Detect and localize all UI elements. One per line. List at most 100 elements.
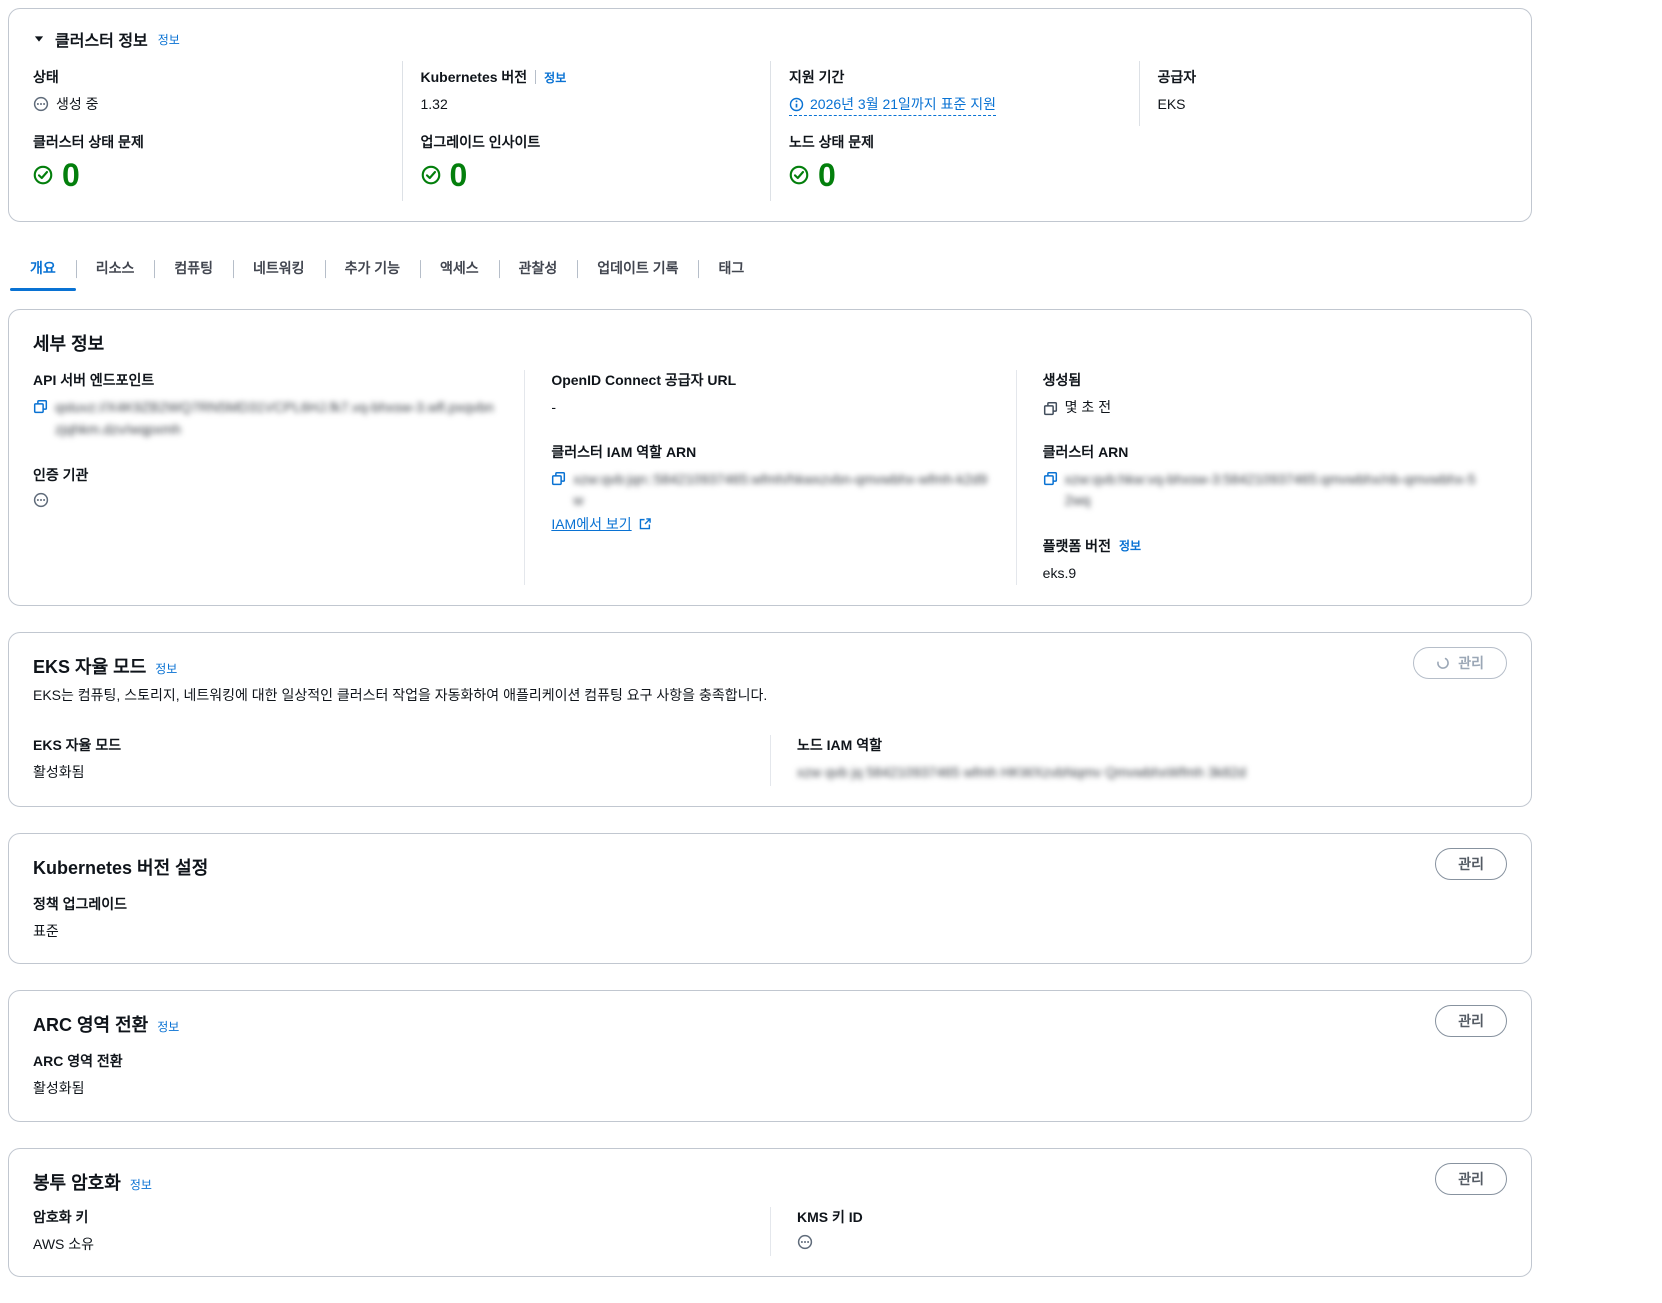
stat-count: 0 bbox=[62, 157, 80, 194]
encryption-grid: 암호화 키 AWS 소유 KMS 키 ID bbox=[33, 1206, 1507, 1256]
field-value: 활성화됨 bbox=[33, 1080, 85, 1097]
field-value: 1.32 bbox=[421, 94, 751, 114]
stat-count: 0 bbox=[449, 157, 468, 194]
copy-icon[interactable] bbox=[33, 399, 48, 414]
tab-networking[interactable]: 네트워킹 bbox=[233, 248, 325, 291]
view-in-iam-link[interactable]: IAM에서 보기 bbox=[551, 514, 651, 534]
field-cert-authority: 인증 기관 bbox=[33, 465, 498, 508]
arc-header: ARC 영역 전환 정보 관리 bbox=[33, 1005, 1507, 1038]
encryption-info-link[interactable]: 정보 bbox=[130, 1176, 152, 1193]
field-value: xzw:qvb:hkw:vq-bhxsw-3:584210937465:qmvw… bbox=[1043, 469, 1481, 512]
cluster-info-row-2: 클러스터 상태 문제 0 업그레이드 인사이트 0 노드 상태 문제 0 bbox=[33, 126, 1508, 202]
tab-observability[interactable]: 관찰성 bbox=[499, 248, 578, 291]
collapse-caret-icon[interactable] bbox=[33, 33, 45, 45]
redacted-cluster-iam-role-arn: xzw:qvb:jqn::584210937465:wfmh/hkwxzvbn-… bbox=[573, 470, 988, 509]
manage-encryption-button[interactable]: 관리 bbox=[1435, 1162, 1507, 1195]
field-cluster-iam-role-arn: 클러스터 IAM 역할 ARN xzw:qvb:jqn::58421093746… bbox=[551, 442, 989, 534]
field-oidc-url: OpenID Connect 공급자 URL - bbox=[551, 370, 989, 417]
support-period-link[interactable]: 2026년 3월 21일까지 표준 지원 bbox=[789, 94, 996, 117]
field-auto-mode: EKS 자율 모드 활성화됨 bbox=[33, 735, 744, 782]
cluster-info-header: 클러스터 정보 정보 bbox=[33, 27, 1507, 51]
tab-overview[interactable]: 개요 bbox=[10, 248, 76, 292]
field-label: 노드 IAM 역할 bbox=[797, 737, 882, 754]
field-value: 표준 bbox=[33, 922, 59, 939]
copy-icon[interactable] bbox=[551, 471, 566, 486]
field-value bbox=[33, 492, 498, 508]
cluster-info-panel: 클러스터 정보 정보 상태 생성 중 Kubernetes 버전 정보 1.32… bbox=[8, 8, 1532, 223]
cluster-info-info-link[interactable]: 정보 bbox=[158, 31, 180, 48]
tab-update-history[interactable]: 업데이트 기록 bbox=[577, 248, 698, 291]
envelope-encryption-card: 봉투 암호화 정보 관리 암호화 키 AWS 소유 KMS 키 ID bbox=[8, 1147, 1532, 1277]
cluster-info-row-1: 상태 생성 중 Kubernetes 버전 정보 1.32 지원 기간 2026… bbox=[33, 61, 1507, 127]
field-label: 지원 기간 bbox=[789, 69, 845, 85]
stat-value: 0 bbox=[421, 159, 751, 191]
created-value: 몇 초 전 bbox=[1064, 399, 1112, 416]
field-value: 2026년 3월 21일까지 표준 지원 bbox=[789, 94, 1119, 117]
field-value: AWS 소유 bbox=[33, 1235, 95, 1252]
manage-auto-mode-button[interactable]: 관리 bbox=[1413, 647, 1507, 680]
auto-mode-info-link[interactable]: 정보 bbox=[155, 660, 177, 677]
empty-cell bbox=[1139, 126, 1508, 201]
copy-icon[interactable] bbox=[1043, 401, 1058, 416]
status-value: 생성 중 bbox=[56, 96, 99, 112]
external-link-icon bbox=[638, 517, 652, 531]
k8s-version-value: 1.32 bbox=[420, 96, 448, 112]
field-label: EKS 자율 모드 bbox=[33, 737, 122, 754]
info-circle-icon bbox=[789, 97, 804, 112]
k8s-version-info-link[interactable]: 정보 bbox=[544, 69, 566, 86]
field-label: 노드 상태 문제 bbox=[789, 134, 875, 151]
field-value: - bbox=[551, 399, 556, 416]
field-encryption-key: 암호화 키 AWS 소유 bbox=[33, 1207, 744, 1254]
field-label: 인증 기관 bbox=[33, 466, 89, 483]
tab-compute[interactable]: 컴퓨팅 bbox=[154, 248, 233, 291]
version-settings-header: Kubernetes 버전 설정 관리 bbox=[33, 847, 1507, 880]
loading-spinner-icon bbox=[1436, 656, 1450, 670]
details-card: 세부 정보 API 서버 엔드포인트 qstuvz://X4K9ZB2WQ7RN… bbox=[8, 309, 1532, 607]
auto-mode-col-1: EKS 자율 모드 활성화됨 bbox=[33, 735, 770, 786]
field-created: 생성됨 몇 초 전 bbox=[1043, 370, 1481, 417]
details-col-1: API 서버 엔드포인트 qstuvz://X4K9ZB2WQ7RN5MD31V… bbox=[33, 370, 524, 585]
field-status: 상태 생성 중 bbox=[33, 61, 402, 126]
auto-mode-description: EKS는 컴퓨팅, 스토리지, 네트워킹에 대한 일상적인 클러스터 작업을 자… bbox=[33, 687, 768, 704]
encryption-header: 봉투 암호화 정보 관리 bbox=[33, 1162, 1507, 1195]
field-platform-version: 플랫폼 버전 정보 eks.9 bbox=[1043, 536, 1481, 583]
field-value: 몇 초 전 bbox=[1043, 397, 1481, 417]
field-kms-key-id: KMS 키 ID bbox=[797, 1207, 1481, 1250]
details-col-2: OpenID Connect 공급자 URL - 클러스터 IAM 역할 ARN… bbox=[524, 370, 1015, 586]
tab-addons[interactable]: 추가 기능 bbox=[325, 248, 420, 291]
auto-mode-grid: EKS 자율 모드 활성화됨 노드 IAM 역할 xzw qvb jq 5842… bbox=[33, 735, 1507, 786]
field-label: KMS 키 ID bbox=[797, 1208, 863, 1225]
field-support-period: 지원 기간 2026년 3월 21일까지 표준 지원 bbox=[770, 61, 1139, 127]
panel-title: 클러스터 정보 bbox=[55, 33, 148, 50]
stat-node-health: 노드 상태 문제 0 bbox=[770, 126, 1139, 202]
arc-zonal-shift-card: ARC 영역 전환 정보 관리 ARC 영역 전환 활성화됨 bbox=[8, 990, 1532, 1122]
card-title: 봉투 암호화 bbox=[33, 1172, 121, 1193]
auto-mode-col-2: 노드 IAM 역할 xzw qvb jq 584210937465 wfmh H… bbox=[770, 735, 1507, 786]
field-value: EKS bbox=[1158, 94, 1488, 114]
field-label: 생성됨 bbox=[1042, 372, 1082, 389]
field-label: Kubernetes 버전 정보 bbox=[420, 69, 567, 86]
label-divider bbox=[535, 70, 537, 84]
field-label: 클러스터 IAM 역할 ARN bbox=[551, 443, 697, 460]
field-value: 생성 중 bbox=[33, 94, 382, 114]
stat-cluster-health: 클러스터 상태 문제 0 bbox=[33, 126, 402, 201]
tab-tags[interactable]: 태그 bbox=[698, 248, 764, 291]
redacted-cluster-arn: xzw:qvb:hkw:vq-bhxsw-3:584210937465:qmvw… bbox=[1064, 470, 1476, 509]
manage-arc-button[interactable]: 관리 bbox=[1435, 1005, 1507, 1038]
copy-icon[interactable] bbox=[1043, 471, 1058, 486]
encryption-col-1: 암호화 키 AWS 소유 bbox=[33, 1207, 770, 1256]
tab-resources[interactable]: 리소스 bbox=[76, 248, 155, 291]
field-label: 공급자 bbox=[1157, 69, 1197, 85]
platform-version-info-link[interactable]: 정보 bbox=[1119, 537, 1141, 554]
redacted-node-iam-role: xzw qvb jq 584210937465 wfmh HKWXzvbNqmv… bbox=[797, 764, 1246, 781]
arc-info-link[interactable]: 정보 bbox=[157, 1018, 179, 1035]
field-label: 클러스터 상태 문제 bbox=[33, 134, 144, 151]
eks-cluster-overview-page: 클러스터 정보 정보 상태 생성 중 Kubernetes 버전 정보 1.32… bbox=[8, 8, 1532, 1277]
tab-access[interactable]: 액세스 bbox=[420, 248, 499, 291]
field-value: xzw qvb jq 584210937465 wfmh HKWXzvbNqmv… bbox=[797, 762, 1481, 784]
stat-value: 0 bbox=[789, 159, 1119, 191]
card-title: EKS 자율 모드 bbox=[33, 657, 147, 678]
in-progress-icon bbox=[797, 1234, 813, 1250]
manage-version-button[interactable]: 관리 bbox=[1435, 847, 1507, 880]
tab-bar: 개요 리소스 컴퓨팅 네트워킹 추가 기능 액세스 관찰성 업데이트 기록 태그 bbox=[8, 248, 1532, 292]
